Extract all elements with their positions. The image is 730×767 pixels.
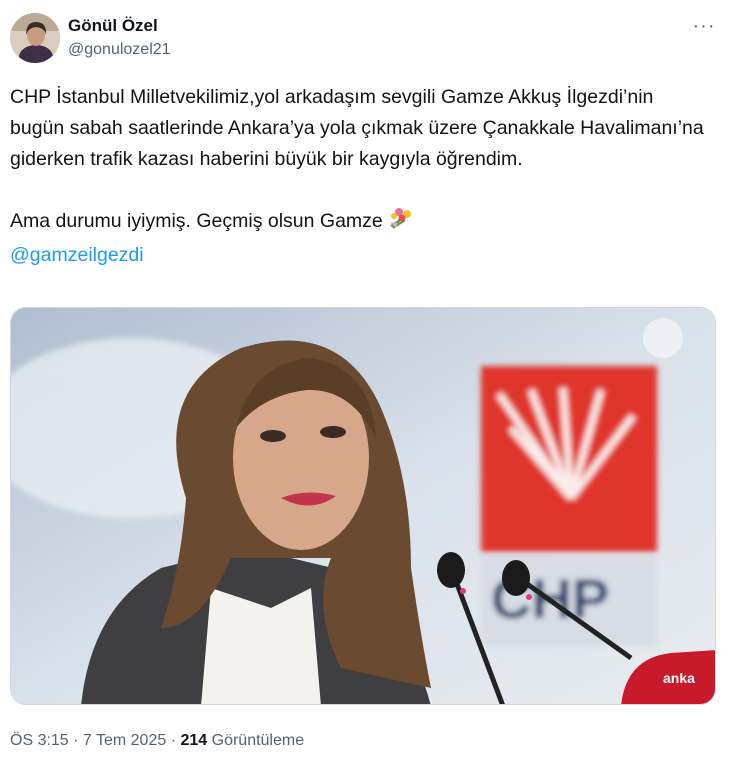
meta-separator: · — [68, 732, 83, 749]
more-options-button[interactable]: ··· — [692, 15, 716, 41]
tweet-time[interactable]: ÖS 3:15 — [10, 732, 69, 749]
tweet-date[interactable]: 7 Tem 2025 — [83, 732, 166, 749]
bouquet-icon — [387, 206, 413, 240]
tweet-photo[interactable]: CHP anka — [10, 307, 716, 705]
display-name[interactable]: Gönül Özel — [68, 15, 171, 37]
views-count: 214 — [180, 732, 208, 749]
tweet-text-main: CHP İstanbul Milletvekilimiz,yol arkadaş… — [10, 86, 704, 170]
author-names: Gönül Özel @gonulozel21 — [68, 15, 171, 61]
mic-brand: anka — [663, 670, 695, 686]
tweet-text-second: Ama durumu iyiymiş. Geçmiş olsun Gamze — [10, 210, 383, 232]
handle[interactable]: @gonulozel21 — [68, 39, 171, 61]
tweet-meta: ÖS 3:15 · 7 Tem 2025 · 214 Görüntüleme — [10, 730, 304, 752]
meta-separator: · — [166, 732, 181, 749]
photo-image: CHP anka — [11, 308, 715, 704]
tweet-header: Gönül Özel @gonulozel21 ··· — [10, 13, 720, 65]
tweet-text: CHP İstanbul Milletvekilimiz,yol arkadaş… — [10, 82, 710, 271]
views-label: Görüntüleme — [207, 732, 305, 749]
ellipsis-icon: ··· — [692, 15, 716, 37]
avatar[interactable] — [10, 13, 60, 63]
mention-link[interactable]: @gamzeilgezdi — [10, 244, 144, 266]
